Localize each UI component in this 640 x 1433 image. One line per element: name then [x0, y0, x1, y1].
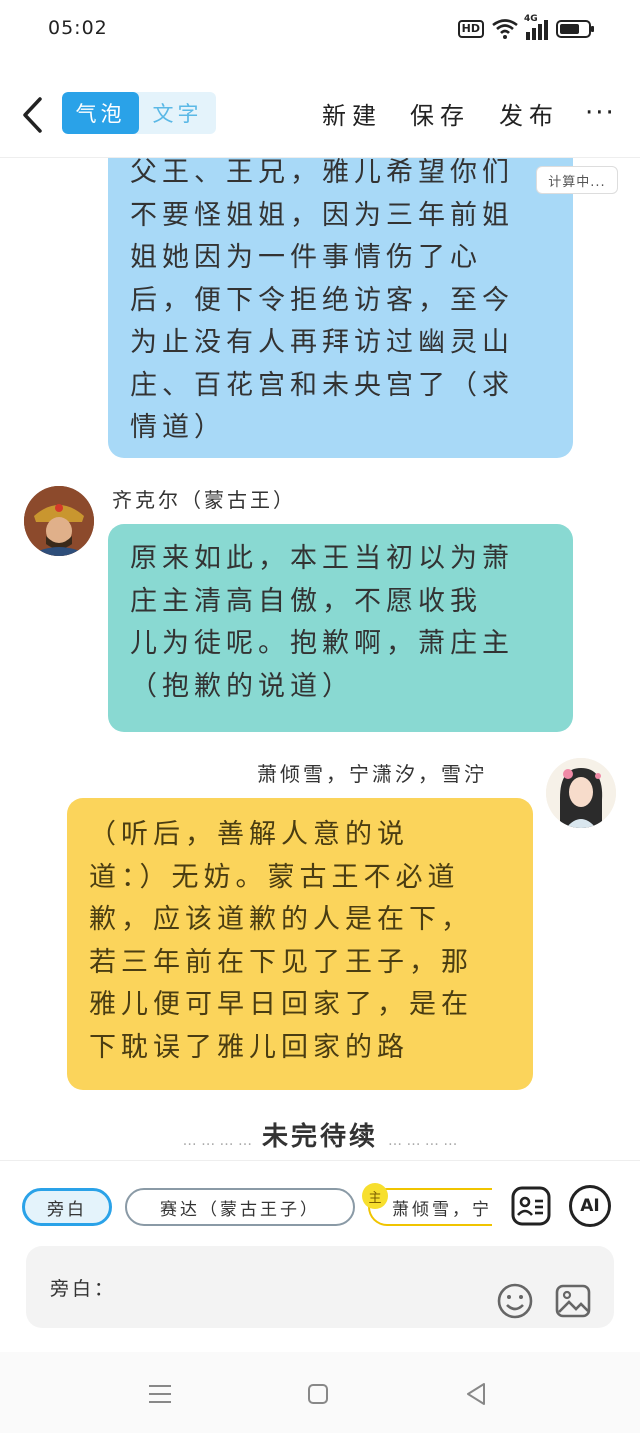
message-bubble-narration[interactable]: 父王、王兄，雅儿希望你们 不要怪姐姐，因为三年前姐 姐她因为一件事情伤了心 后，…	[108, 158, 573, 458]
character-portrait-icon	[546, 758, 616, 828]
home-icon[interactable]	[307, 1383, 329, 1405]
tab-text-mode[interactable]: 文字	[139, 92, 216, 134]
status-time: 05:02	[48, 17, 108, 39]
message-line: 若三年前在下见了王子，那	[89, 946, 473, 978]
message-line: 不要怪姐姐，因为三年前姐	[130, 199, 514, 231]
avatar-mongol-king[interactable]	[24, 486, 94, 556]
character-portrait-icon	[24, 486, 94, 556]
hd-icon: HD	[457, 20, 484, 38]
signal-icon: 4G	[524, 14, 548, 40]
message-line: 原来如此，本王当初以为萧	[130, 543, 514, 574]
back-arrow-icon[interactable]	[20, 96, 46, 134]
message-line: （听后，善解人意的说	[89, 819, 409, 850]
message-bubble-mongol-king[interactable]: 原来如此，本王当初以为萧 庄主清高自傲，不愿收我 儿为徒呢。抱歉啊，萧庄主 （抱…	[108, 524, 573, 732]
message-input[interactable]: 旁白：	[26, 1246, 614, 1328]
message-line: 庄、百花宫和未央宫了（求	[130, 369, 514, 401]
battery-icon	[556, 20, 594, 38]
wifi-icon	[492, 19, 518, 39]
speaker-name-xiao-qingxue: 萧倾雪，宁潇汐，雪泞	[257, 762, 487, 786]
to-be-continued-label: 未完待续	[261, 1122, 378, 1152]
dots-left: … … … …	[182, 1133, 252, 1149]
input-panel: 旁白 赛达（蒙古王子） 萧倾雪，宁 主 AI 旁白：	[0, 1160, 640, 1350]
word-count-badge: 计算中...	[536, 166, 618, 194]
message-line: 后，便下令拒绝访客，至今	[130, 284, 514, 316]
ai-assist-button[interactable]: AI	[569, 1185, 611, 1227]
chat-area[interactable]: 父王、王兄，雅儿希望你们 不要怪姐姐，因为三年前姐 姐她因为一件事情伤了心 后，…	[0, 158, 640, 1160]
main-role-badge: 主	[362, 1183, 388, 1209]
network-type-label: 4G	[524, 14, 538, 24]
to-be-continued: … … … … 未完待续 … … … …	[0, 1116, 640, 1153]
character-card-icon[interactable]	[510, 1185, 552, 1227]
message-bubble-xiao-qingxue[interactable]: （听后，善解人意的说 道：）无妨。蒙古王不必道 歉，应该道歉的人是在下， 若三年…	[67, 798, 533, 1090]
input-placeholder: 旁白：	[50, 1278, 117, 1300]
speaker-name-mongol-king: 齐克尔（蒙古王）	[112, 488, 296, 512]
new-button[interactable]: 新建	[322, 96, 382, 131]
status-icons: HD 4G	[457, 14, 596, 42]
message-line: 姐她因为一件事情伤了心	[130, 242, 482, 273]
recent-apps-icon[interactable]	[148, 1382, 172, 1406]
status-bar: 05:02 HD 4G	[0, 0, 640, 60]
message-line: 雅儿便可早日回家了，是在	[89, 989, 473, 1020]
save-button[interactable]: 保存	[410, 96, 470, 131]
role-chip-narration[interactable]: 旁白	[22, 1188, 112, 1226]
avatar-xiao-qingxue[interactable]	[546, 758, 616, 828]
image-picker-icon[interactable]	[554, 1282, 592, 1320]
system-nav-bar	[0, 1352, 640, 1433]
message-line: 歉，应该道歉的人是在下，	[89, 904, 473, 935]
message-line: 为止没有人再拜访过幽灵山	[130, 327, 514, 358]
message-line: 道：）无妨。蒙古王不必道	[89, 861, 460, 893]
message-line: （抱歉的说道）	[130, 670, 354, 702]
message-line: 父王、王兄，雅儿希望你们	[130, 158, 514, 188]
tab-bubble-mode[interactable]: 气泡	[62, 92, 139, 134]
message-line: 情道）	[130, 412, 226, 443]
message-line: 下耽误了雅儿回家的路	[89, 1031, 409, 1063]
emoji-icon[interactable]	[496, 1282, 534, 1320]
role-chip-prince[interactable]: 赛达（蒙古王子）	[125, 1188, 355, 1226]
publish-button[interactable]: 发布	[499, 96, 559, 131]
dots-right: … … … …	[388, 1133, 458, 1149]
mode-switch: 气泡 文字	[62, 92, 216, 134]
message-line: 儿为徒呢。抱歉啊，萧庄主	[130, 628, 514, 659]
back-nav-icon[interactable]	[465, 1382, 487, 1406]
more-menu-button[interactable]: ···	[585, 98, 616, 128]
message-line: 庄主清高自傲，不愿收我	[130, 585, 482, 617]
